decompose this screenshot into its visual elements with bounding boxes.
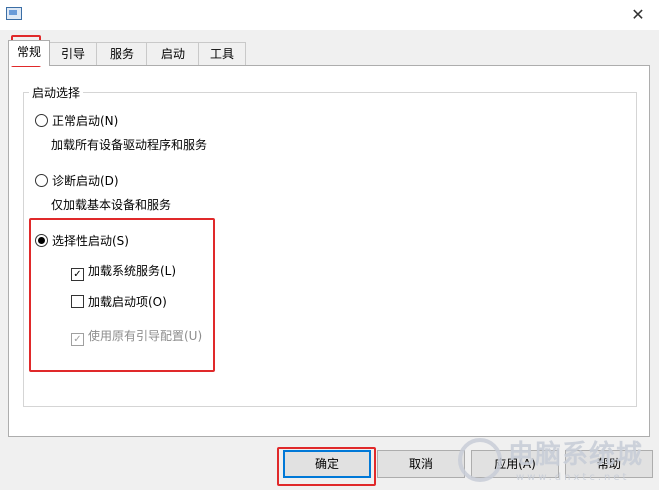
title-bar: ✕ [0,0,659,30]
close-button[interactable]: ✕ [627,4,649,26]
watermark-logo-icon [458,438,502,482]
radio-indicator [35,174,48,187]
selective-startup-radio[interactable]: 选择性启动(S) [35,232,129,249]
watermark-url: www.dnxtc.net [516,472,630,483]
normal-startup-radio[interactable]: 正常启动(N) [35,112,118,129]
checkmark-icon: ✓ [71,268,84,281]
selective-startup-label: 选择性启动(S) [52,234,129,248]
load-startup-items-label: 加载启动项(O) [88,295,167,309]
load-system-services-label: 加载系统服务(L) [88,264,177,278]
diagnostic-startup-label: 诊断启动(D) [52,174,119,188]
tab-services[interactable]: 服务 [96,42,148,65]
cancel-button[interactable]: 取消 [377,450,465,478]
tab-startup[interactable]: 启动 [146,42,200,65]
watermark-text: 电脑系统城 [508,440,644,470]
radio-indicator [35,114,48,127]
checkbox-indicator [71,295,84,308]
app-icon [6,7,22,20]
tab-boot[interactable]: 引导 [48,42,98,65]
tab-general[interactable]: 常规 [8,40,50,66]
group-title: 启动选择 [29,84,84,101]
use-original-boot-config-checkbox: ✓ 使用原有引导配置(U) [71,327,202,346]
normal-startup-desc: 加载所有设备驱动程序和服务 [51,138,208,152]
tab-tools[interactable]: 工具 [198,42,246,65]
diagnostic-startup-radio[interactable]: 诊断启动(D) [35,172,119,189]
general-tab-panel: 启动选择 正常启动(N) 加载所有设备驱动程序和服务 诊断启动(D) 仅加载基本… [8,65,650,437]
watermark: 电脑系统城 www.dnxtc.net [458,430,654,488]
normal-startup-label: 正常启动(N) [52,114,119,128]
load-startup-items-checkbox[interactable]: 加载启动项(O) [71,293,167,310]
checkmark-icon: ✓ [71,333,84,346]
load-system-services-checkbox[interactable]: ✓ 加载系统服务(L) [71,262,176,281]
close-icon: ✕ [631,5,645,24]
ok-button[interactable]: 确定 [283,450,371,478]
diagnostic-startup-desc: 仅加载基本设备和服务 [51,198,172,212]
use-original-boot-config-label: 使用原有引导配置(U) [88,329,203,343]
radio-indicator-selected [35,234,48,247]
